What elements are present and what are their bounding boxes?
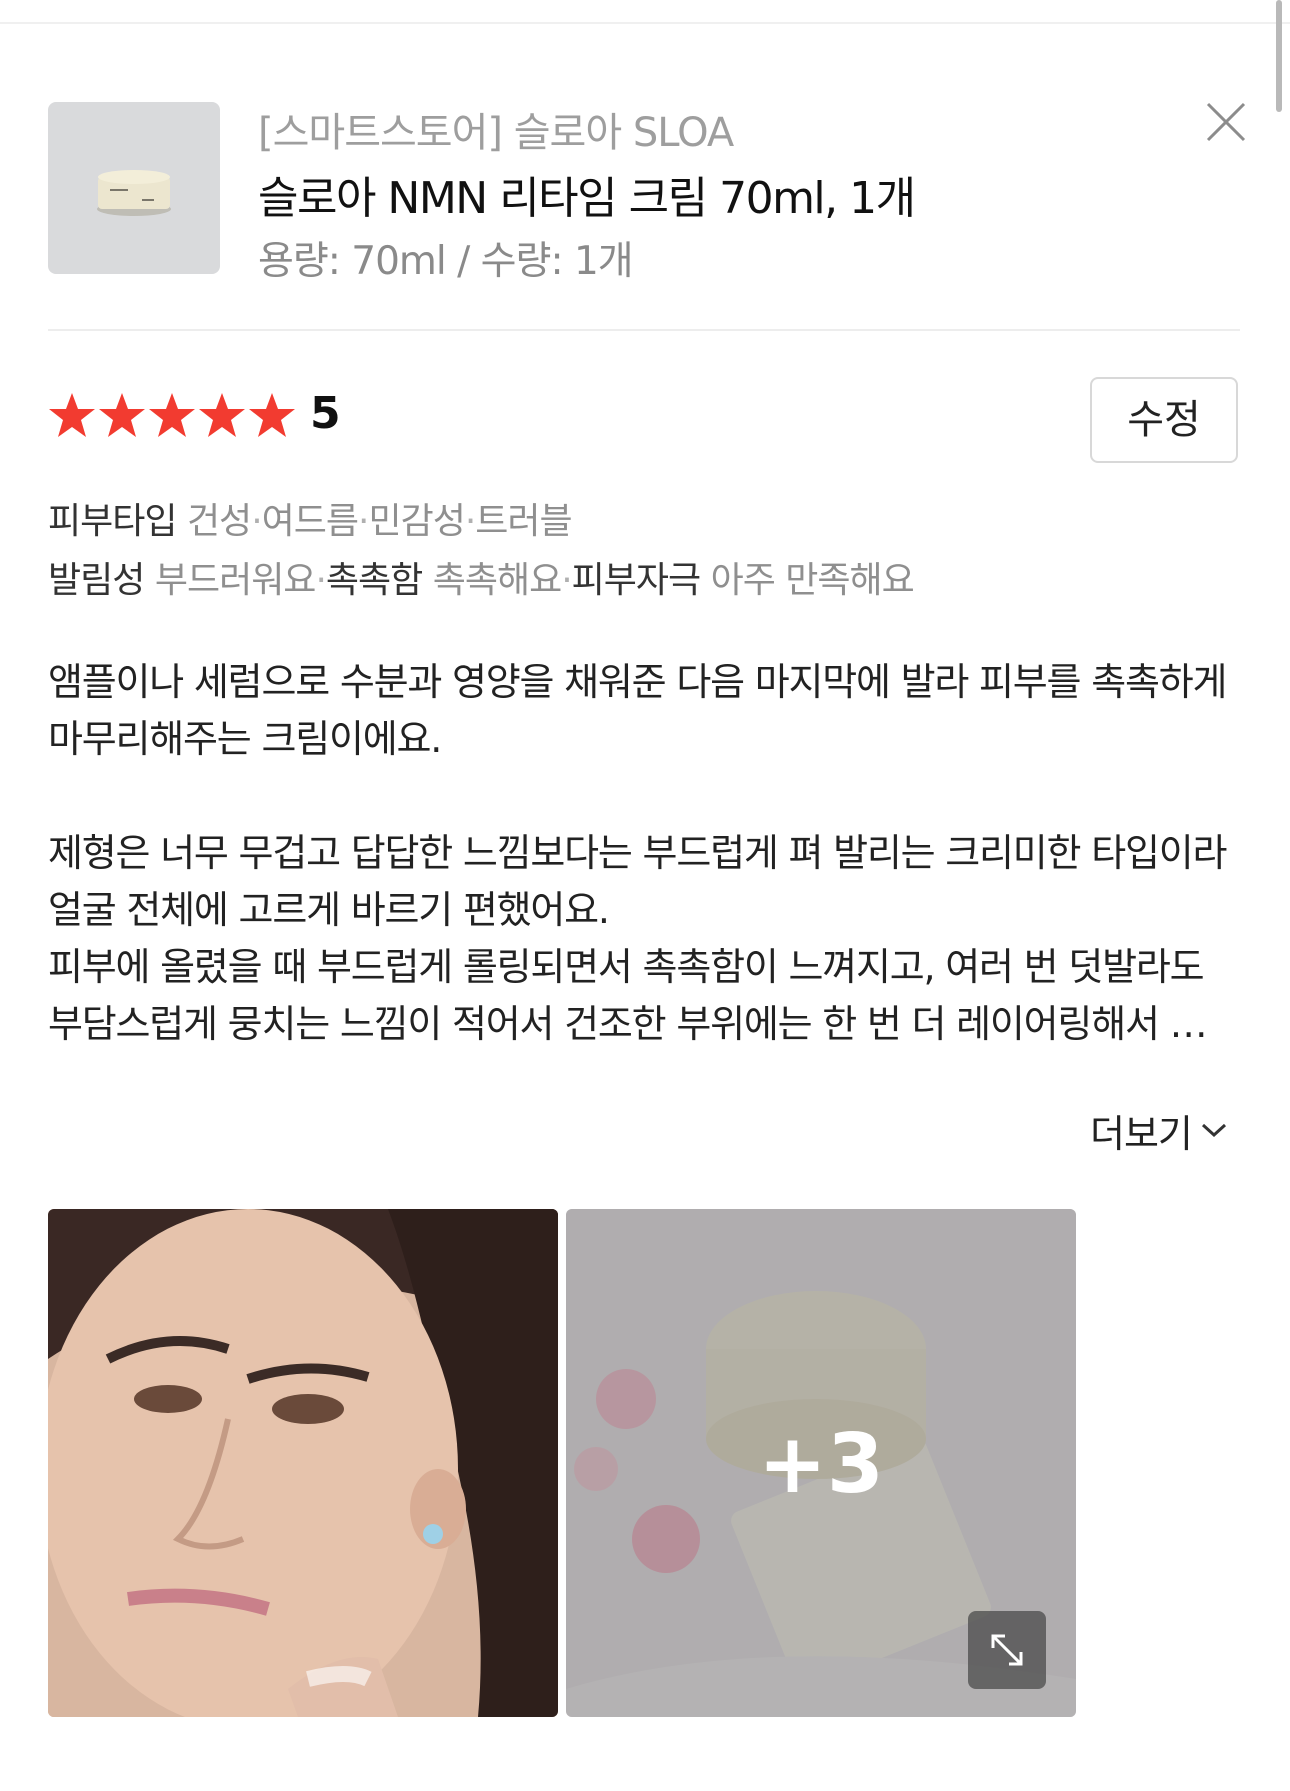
evaluation-row: 발림성 부드러워요·촉촉함 촉촉해요·피부자극 아주 만족해요 (48, 551, 915, 603)
top-divider (0, 22, 1290, 24)
star-icon (199, 393, 245, 437)
edit-button[interactable]: 수정 (1090, 377, 1238, 463)
chevron-down-icon (1201, 1123, 1226, 1138)
rating-value: 5 (310, 388, 341, 439)
more-button[interactable]: 더보기 (1090, 1102, 1228, 1158)
star-icon (149, 393, 195, 437)
skin-type-value: 트러블 (475, 501, 572, 542)
separator: · (561, 560, 572, 601)
star-icon (49, 393, 95, 437)
store-name: [스마트스토어] 슬로아 SLOA (258, 110, 734, 156)
review-paragraph: 앰플이나 세럼으로 수분과 영양을 채워준 다음 마지막에 발라 피부를 촉촉하… (48, 660, 1227, 761)
skin-type-label: 피부타입 (48, 501, 177, 542)
skin-type-row: 피부타입 건성·여드름·민감성·트러블 (48, 492, 573, 544)
review-paragraph: 제형은 너무 무겁고 답답한 느낌보다는 부드럽게 펴 발리는 크리미한 타입이… (48, 831, 1227, 932)
review-photo-image (48, 1209, 558, 1717)
moisture-value: 촉촉해요 (432, 560, 562, 601)
more-label: 더보기 (1090, 1111, 1193, 1156)
product-card: [스마트스토어] 슬로아 SLOA 슬로아 NMN 리타임 크림 70ml, 1… (48, 100, 1246, 284)
close-button[interactable] (1200, 96, 1252, 148)
review-photo[interactable] (48, 1209, 558, 1717)
moisture-label: 촉촉함 (325, 560, 423, 601)
more-photos-count: +3 (758, 1417, 884, 1512)
star-icon (99, 393, 145, 437)
spreadability-value: 부드러워요 (154, 560, 317, 601)
expand-button[interactable] (968, 1611, 1046, 1689)
review-text: 앰플이나 세럼으로 수분과 영양을 채워준 다음 마지막에 발라 피부를 촉촉하… (48, 654, 1243, 1053)
product-name[interactable]: 슬로아 NMN 리타임 크림 70ml, 1개 (258, 162, 916, 226)
expand-icon (991, 1634, 1023, 1666)
section-divider (48, 329, 1240, 331)
product-thumbnail[interactable] (48, 102, 220, 274)
product-option: 용량: 70ml / 수량: 1개 (258, 239, 634, 284)
separator: · (251, 501, 262, 542)
spreadability-label: 발림성 (48, 560, 145, 601)
close-icon (1206, 102, 1246, 142)
irritation-value: 아주 만족해요 (710, 560, 915, 601)
skin-type-value: 민감성 (368, 501, 465, 542)
skin-type-value: 여드름 (261, 501, 359, 542)
star-icon (249, 393, 295, 437)
cream-jar-image (97, 170, 171, 216)
star-rating (48, 392, 296, 438)
separator: · (464, 501, 476, 542)
irritation-label: 피부자극 (571, 560, 701, 601)
review-paragraph: 피부에 올렸을 때 부드럽게 롤링되면서 촉촉함이 느껴지고, 여러 번 덧발라… (48, 945, 1208, 1046)
separator: · (315, 560, 326, 601)
scrollbar[interactable] (1276, 0, 1282, 112)
skin-type-value: 건성 (186, 501, 252, 542)
separator: · (358, 501, 369, 542)
review-photo-more[interactable]: +3 (566, 1209, 1076, 1717)
